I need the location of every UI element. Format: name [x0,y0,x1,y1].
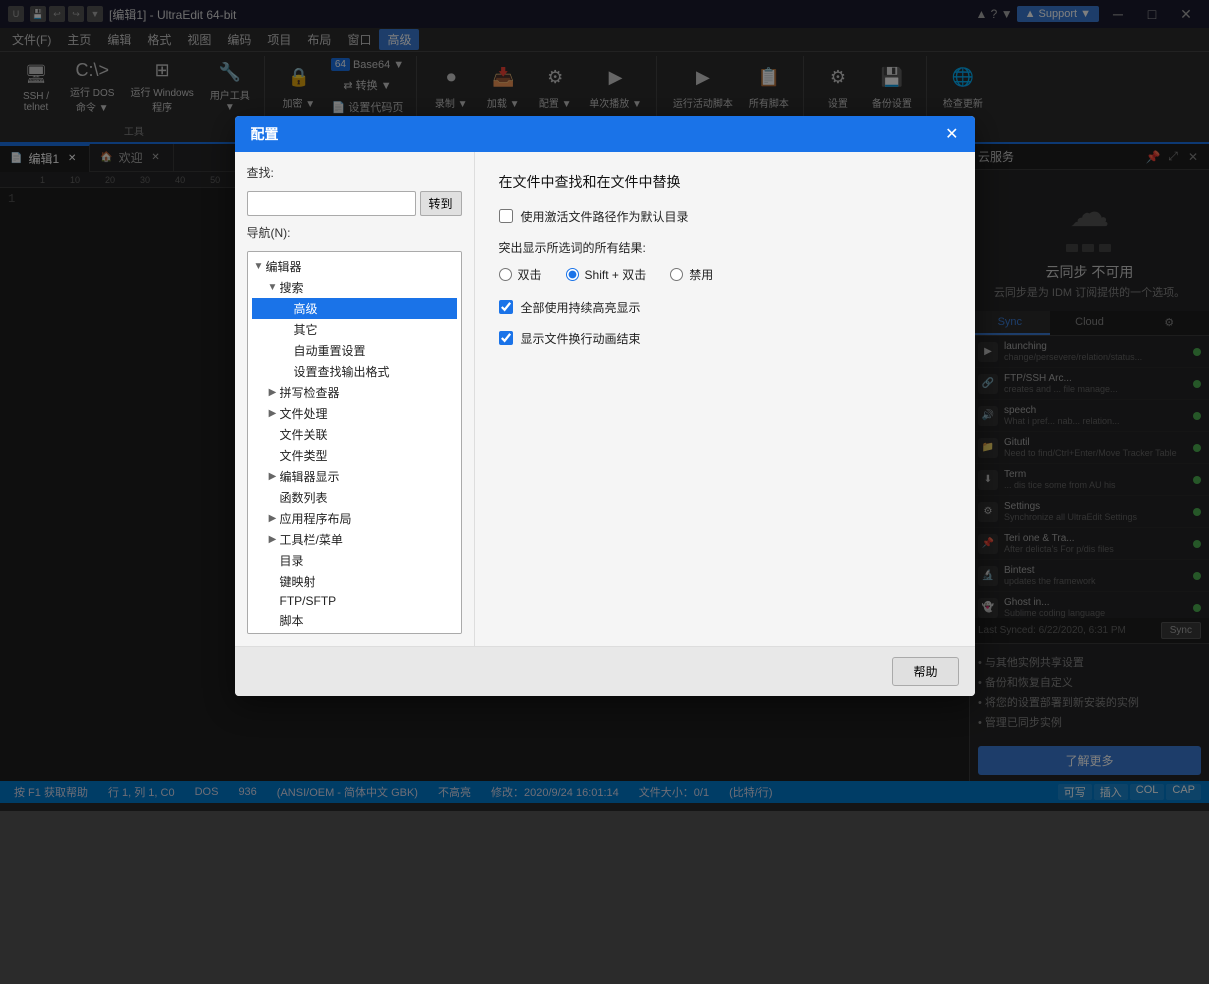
radio-double-label[interactable]: 双击 [499,266,542,283]
toggle-file-process: ▶ [266,408,280,419]
radio-disable[interactable] [670,268,683,281]
node-label-editor: 编辑器 [266,258,302,275]
node-label-file-assoc: 文件关联 [280,426,328,443]
tree-node-app-layout[interactable]: ▶ 应用程序布局 [252,508,457,529]
node-label-file-type: 文件类型 [280,447,328,464]
nav-tree: ▼ 编辑器 ▼ 搜索 高级 [247,251,462,634]
search-row: 转到 [247,191,462,216]
radio-shift-double[interactable] [566,268,579,281]
node-label-advanced: 高级 [294,300,318,317]
tree-node-file-type[interactable]: 文件类型 [252,445,457,466]
modal-content: 在文件中查找和在文件中替换 使用激活文件路径作为默认目录 突出显示所选词的所有结… [475,152,975,646]
tree-node-ftp[interactable]: FTP/SFTP [252,592,457,610]
toggle-auto-reset [280,345,294,356]
toggle-script [266,615,280,626]
node-label-keymap: 键映射 [280,573,316,590]
node-label-editor-display: 编辑器显示 [280,468,340,485]
toggle-spell: ▶ [266,387,280,398]
tree-node-spell[interactable]: ▶ 拼写检查器 [252,382,457,403]
tree-node-auto-reset[interactable]: 自动重置设置 [252,340,457,361]
tree-node-editor[interactable]: ▼ 编辑器 [252,256,457,277]
checkbox2-label: 全部使用持续高亮显示 [521,299,641,316]
node-label-find-format: 设置查找输出格式 [294,363,390,380]
toggle-keymap [266,576,280,587]
modal-body: 查找: 转到 导航(N): ▼ 编辑器 ▼ 搜索 [235,152,975,646]
radio-double-text: 双击 [518,266,542,283]
modal-title: 配置 [251,124,279,144]
node-label-dir: 目录 [280,552,304,569]
node-label-auto-reset: 自动重置设置 [294,342,366,359]
node-label-toolbar: 工具栏/菜单 [280,531,343,548]
tree-node-file-process[interactable]: ▶ 文件处理 [252,403,457,424]
toggle-advanced [280,303,294,314]
tree-node-search[interactable]: ▼ 搜索 [252,277,457,298]
search-label: 查找: [247,164,462,181]
tree-node-script[interactable]: 脚本 [252,610,457,631]
radio-shift-double-text: Shift + 双击 [585,266,647,283]
radio-group: 双击 Shift + 双击 禁用 [499,266,951,283]
checkbox3-label: 显示文件换行动画结束 [521,330,641,347]
checkbox2-row: 全部使用持续高亮显示 [499,299,951,316]
modal-close-button[interactable]: ✕ [945,124,958,144]
toggle-toolbar: ▶ [266,534,280,545]
checkbox3[interactable] [499,331,513,345]
modal-sidebar: 查找: 转到 导航(N): ▼ 编辑器 ▼ 搜索 [235,152,475,646]
toggle-editor: ▼ [252,261,266,272]
tree-node-template[interactable]: 模板 [252,631,457,634]
toggle-other [280,324,294,335]
node-label-app-layout: 应用程序布局 [280,510,352,527]
toggle-editor-display: ▶ [266,471,280,482]
modal-footer: 帮助 [235,646,975,696]
tree-node-find-format[interactable]: 设置查找输出格式 [252,361,457,382]
goto-button[interactable]: 转到 [420,191,462,216]
toggle-func-list [266,492,280,503]
help-button[interactable]: 帮助 [892,657,958,686]
node-label-search: 搜索 [280,279,304,296]
tree-node-func-list[interactable]: 函数列表 [252,487,457,508]
tree-node-file-assoc[interactable]: 文件关联 [252,424,457,445]
node-label-template: 模板 [280,633,304,634]
checkbox1-row: 使用激活文件路径作为默认目录 [499,208,951,225]
section-title: 在文件中查找和在文件中替换 [499,172,951,192]
node-label-file-process: 文件处理 [280,405,328,422]
tree-node-advanced[interactable]: 高级 [252,298,457,319]
modal-search-input[interactable] [247,191,416,216]
config-modal: 配置 ✕ 查找: 转到 导航(N): ▼ 编辑器 [235,116,975,696]
node-label-other: 其它 [294,321,318,338]
radio-double[interactable] [499,268,512,281]
toggle-file-assoc [266,429,280,440]
toggle-find-format [280,366,294,377]
radio-disable-label[interactable]: 禁用 [670,266,713,283]
node-label-func-list: 函数列表 [280,489,328,506]
radio-disable-text: 禁用 [689,266,713,283]
toggle-ftp [266,595,280,606]
checkbox2[interactable] [499,300,513,314]
modal-overlay: 配置 ✕ 查找: 转到 导航(N): ▼ 编辑器 [0,0,1209,811]
tree-node-keymap[interactable]: 键映射 [252,571,457,592]
tree-node-other[interactable]: 其它 [252,319,457,340]
toggle-search: ▼ [266,282,280,293]
subsection-title: 突出显示所选词的所有结果: [499,239,951,256]
checkbox1[interactable] [499,209,513,223]
tree-node-dir[interactable]: 目录 [252,550,457,571]
radio-shift-double-label[interactable]: Shift + 双击 [566,266,647,283]
node-label-script: 脚本 [280,612,304,629]
checkbox3-row: 显示文件换行动画结束 [499,330,951,347]
checkbox1-label: 使用激活文件路径作为默认目录 [521,208,689,225]
toggle-app-layout: ▶ [266,513,280,524]
modal-header: 配置 ✕ [235,116,975,152]
nav-label: 导航(N): [247,224,462,241]
node-label-spell: 拼写检查器 [280,384,340,401]
tree-node-editor-display[interactable]: ▶ 编辑器显示 [252,466,457,487]
toggle-dir [266,555,280,566]
toggle-file-type [266,450,280,461]
node-label-ftp: FTP/SFTP [280,594,337,608]
tree-node-toolbar[interactable]: ▶ 工具栏/菜单 [252,529,457,550]
